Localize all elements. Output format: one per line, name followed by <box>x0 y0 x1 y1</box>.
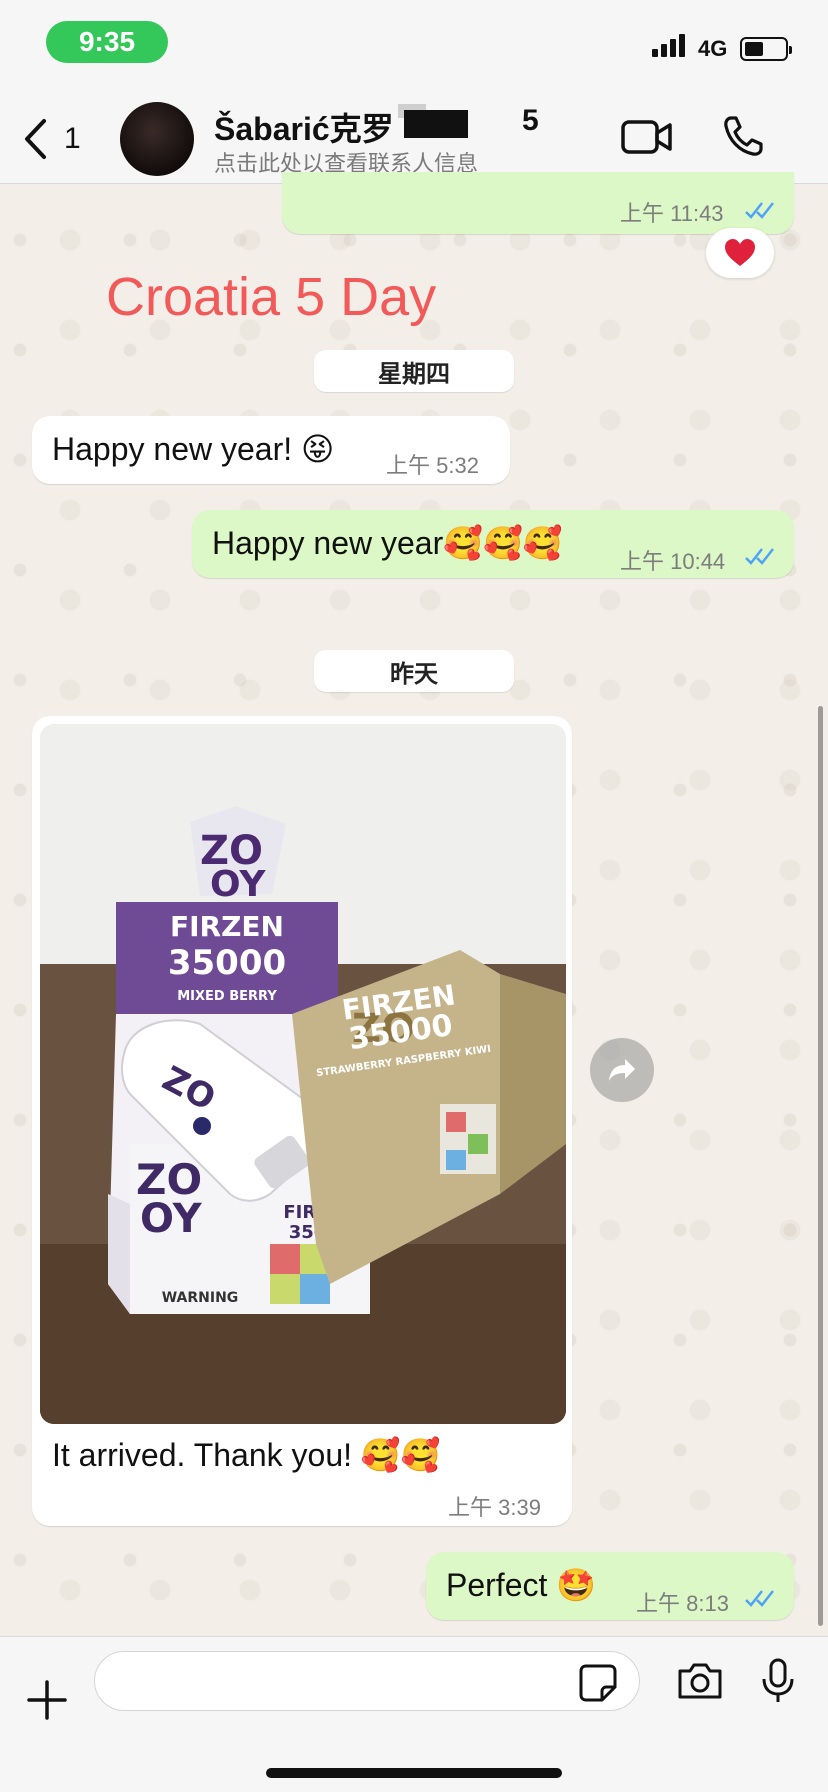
message-time: 上午 5:32 <box>386 453 479 478</box>
date-divider: 昨天 <box>314 650 514 692</box>
camera-icon <box>678 1663 722 1699</box>
warning-label: WARNING <box>162 1290 239 1306</box>
forward-arrow-icon <box>609 1059 635 1081</box>
logo-text: OY <box>140 1196 203 1242</box>
overlay-title: Croatia 5 Day <box>106 267 437 327</box>
plus-icon <box>27 1680 67 1720</box>
message-text: Happy new year! 😝 <box>52 431 335 467</box>
heart-icon <box>725 239 755 266</box>
puff-count: 35000 <box>168 943 286 983</box>
date-divider: 星期四 <box>314 350 514 392</box>
name-redaction <box>404 110 468 138</box>
message-bubble-incoming[interactable]: Happy new year! 😝 上午 5:32 <box>32 416 510 484</box>
sticker-button[interactable] <box>578 1663 618 1708</box>
photo-caption: It arrived. Thank you! 🥰🥰 <box>52 1437 441 1473</box>
product-photo: ZO OY FIRZEN 35000 MIXED BERRY ZO OY FIR… <box>40 724 566 1424</box>
microphone-icon <box>762 1658 794 1702</box>
attach-button[interactable] <box>26 1679 68 1726</box>
message-time: 上午 10:44 <box>620 549 726 574</box>
avatar[interactable] <box>120 102 194 176</box>
logo-text: OY <box>210 864 266 905</box>
chat-header: 1 Šabarić克罗 5 点击此处以查看联系人信息 <box>0 90 828 184</box>
unread-count: 1 <box>64 122 81 155</box>
message-text: Happy new year🥰🥰🥰 <box>212 525 563 561</box>
scrollbar[interactable] <box>818 706 823 1626</box>
microphone-button[interactable] <box>760 1657 796 1710</box>
contact-name-tail: 5 <box>522 104 539 137</box>
sticker-icon <box>579 1664 617 1702</box>
message-time: 上午 8:13 <box>636 1591 729 1616</box>
reaction-badge[interactable] <box>706 228 774 278</box>
chevron-left-icon <box>25 119 46 159</box>
battery-icon <box>740 37 792 61</box>
phone-icon <box>724 116 763 156</box>
message-input[interactable] <box>94 1651 640 1711</box>
home-indicator[interactable] <box>266 1768 562 1778</box>
network-label: 4G <box>698 36 728 61</box>
double-check-icon <box>745 548 774 565</box>
forward-button[interactable] <box>590 1038 654 1102</box>
status-bar: 9:35 4G <box>0 0 828 90</box>
voice-call-button[interactable] <box>722 114 764 163</box>
flavor-label: MIXED BERRY <box>177 989 277 1004</box>
message-text: Perfect 🤩 <box>446 1567 597 1603</box>
photo-attachment[interactable]: ZO OY FIRZEN 35000 MIXED BERRY ZO OY FIR… <box>40 724 566 1424</box>
contact-name[interactable]: Šabarić克罗 <box>214 104 394 150</box>
status-time: 9:35 <box>46 21 168 63</box>
camera-button[interactable] <box>676 1661 724 1706</box>
double-check-icon <box>745 1590 774 1607</box>
double-check-icon <box>745 202 774 219</box>
message-bubble-outgoing[interactable]: Happy new year🥰🥰🥰 上午 10:44 <box>192 510 794 578</box>
product-name: FIRZEN <box>170 910 284 943</box>
video-camera-icon <box>621 120 672 154</box>
message-bubble-outgoing[interactable]: Perfect 🤩 上午 8:13 <box>426 1552 794 1620</box>
message-time: 上午 3:39 <box>448 1495 541 1520</box>
back-button[interactable]: 1 <box>22 118 81 160</box>
signal-icon <box>652 34 685 57</box>
message-bubble-outgoing[interactable]: 上午 11:43 <box>282 172 794 234</box>
video-call-button[interactable] <box>620 118 674 161</box>
message-time: 上午 11:43 <box>620 201 724 226</box>
